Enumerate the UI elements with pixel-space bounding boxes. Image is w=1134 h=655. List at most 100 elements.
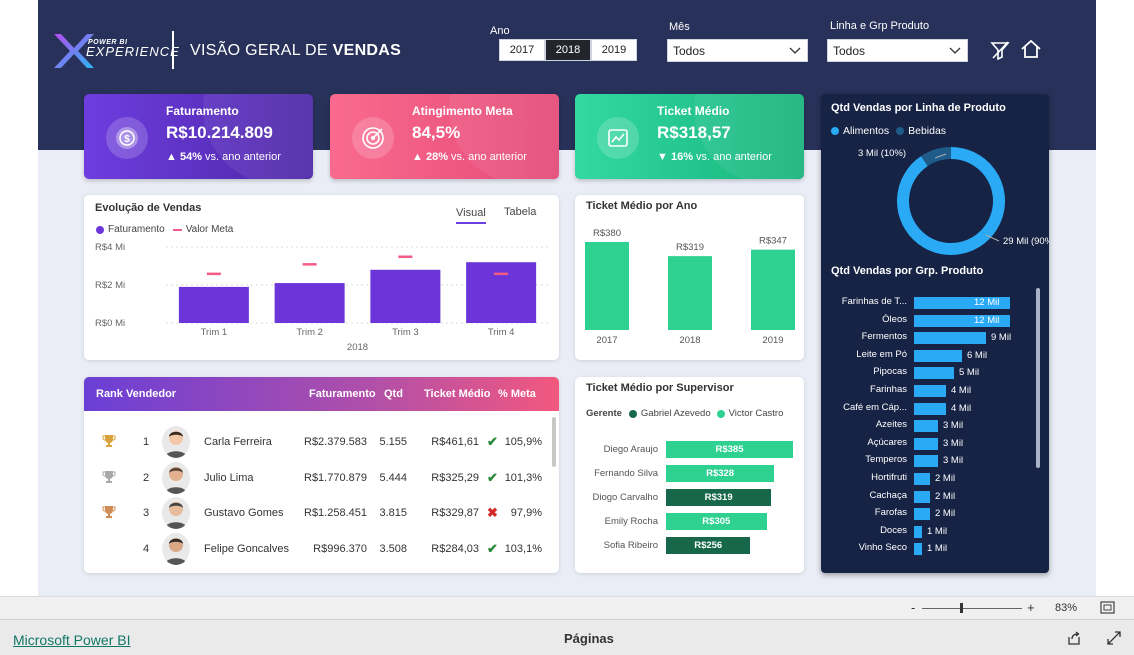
col-header-faturamento[interactable]: Faturamento [309,388,376,400]
pages-button[interactable]: Páginas [564,631,614,646]
grp-produto-bar[interactable] [914,402,946,415]
year-button-2018[interactable]: 2018 [545,39,591,61]
zoom-slider-thumb[interactable] [960,603,963,613]
supervisor-bar[interactable]: R$256 [666,537,751,554]
x-tick-label: Trim 3 [392,327,419,338]
grp-produto-bar[interactable] [914,349,962,362]
table-row[interactable]: 3 Gustavo Gomes R$1.258.451 3.815 R$329,… [84,497,559,529]
kpi-delta: ▲ 54% vs. ano anterior [166,151,281,163]
chevron-down-icon [949,47,961,54]
supervisor-bar[interactable]: R$305 [666,513,767,530]
qtd-value: 5.155 [379,436,407,448]
meta-marker [398,255,413,258]
year-button-2019[interactable]: 2019 [591,39,637,61]
kpi-delta: ▲ 28% vs. ano anterior [412,151,527,163]
check-icon: ✔ [487,434,498,449]
kpi-value: R$10.214.809 [166,123,273,142]
table-scrollbar[interactable] [552,417,556,467]
grp-produto-bar[interactable] [914,437,938,450]
category-label: Café em Cáp... [843,401,907,413]
ticket-ano-chart: R$380 2017 R$319 2018 R$347 2019 [585,228,795,346]
page-title-bold: VENDAS [332,42,402,59]
legend-label: Gabriel Azevedo [640,408,711,419]
grp-produto-bar[interactable] [914,525,922,538]
rank-number: 2 [143,471,150,484]
seller-name: Carla Ferreira [204,436,272,448]
supervisor-bar[interactable]: R$319 [666,489,772,506]
trophy-icon [102,470,116,483]
col-header-ticket[interactable]: Ticket Médio [424,388,490,400]
category-label: Farinhas [870,384,907,395]
ticket-value: R$329,87 [431,507,479,519]
category-label: Farofas [874,507,907,519]
col-header-qtd[interactable]: Qtd [384,388,403,400]
category-label: Óleos [882,313,907,325]
category-label: Vinho Seco [858,542,907,554]
legend-label: Victor Castro [728,408,784,419]
meta-value: 97,9% [510,507,542,519]
share-icon[interactable] [1066,630,1082,646]
data-label: 4 Mil [951,385,972,396]
table-row[interactable]: 4 Felipe Goncalves R$996.370 3.508 R$284… [84,532,559,565]
grp-produto-bar[interactable] [914,473,930,485]
grp-produto-bar[interactable] [914,367,954,380]
table-row[interactable]: 2 Julio Lima R$1.770.879 5.444 R$325,29 … [84,461,559,494]
meta-marker [494,272,509,276]
year-button-2017[interactable]: 2017 [499,39,545,61]
clear-filters-icon[interactable] [989,39,1011,61]
zoom-slider-track[interactable] [922,608,1022,609]
grp-produto-bar[interactable] [914,543,922,556]
data-label: 1 Mil [927,525,948,537]
col-header-meta[interactable]: % Meta [498,388,536,400]
meta-value: 105,9% [504,436,542,448]
supervisor-bar[interactable]: R$328 [666,465,775,482]
kpi-title: Atingimento Meta [412,104,513,118]
table-row[interactable]: 1 Carla Ferreira R$2.379.583 5.155 R$461… [84,426,559,458]
rank-number: 1 [143,436,150,448]
cross-icon: ✖ [487,505,498,520]
category-label: Sofia Ribeiro [603,540,658,551]
category-label: Azeites [875,419,907,431]
chevron-down-icon [789,47,801,54]
zoom-in-button[interactable]: + [1027,600,1035,615]
check-icon: ✔ [487,469,498,485]
avatar [162,426,190,458]
svg-text:$: $ [124,134,130,145]
data-label: 12 Mil [974,314,1000,326]
data-label: 3 Mil (10%) [858,148,906,159]
trophy-icon [102,435,116,447]
fit-to-page-icon[interactable] [1100,601,1115,614]
faturamento-bar [274,283,345,323]
grp-produto-title: Qtd Vendas por Grp. Produto [831,265,984,277]
data-label: 1 Mil [927,543,948,555]
x-axis-label: 2018 [347,342,368,353]
kpi-ticket-card: Ticket Médio R$318,57 ▼ 16% vs. ano ante… [575,94,804,179]
mes-filter-label: Mês [669,21,690,33]
linha-dropdown[interactable]: Todos [827,39,968,62]
mes-dropdown-value: Todos [673,43,706,58]
kpi-faturamento-card: $ Faturamento R$10.214.809 ▲ 54% vs. ano… [84,94,313,179]
grp-produto-bar[interactable] [914,508,930,521]
zoom-out-button[interactable]: - [911,600,915,615]
grp-produto-bar[interactable] [914,385,946,397]
meta-marker [302,263,317,266]
category-label: Emily Rocha [604,516,658,527]
grp-produto-bar[interactable] [914,455,938,468]
rank-number: 3 [143,507,150,519]
data-label: 5 Mil [959,367,980,379]
mes-dropdown[interactable]: Todos [667,39,808,62]
kpi-delta-pct: 54% [179,151,202,163]
data-label: 9 Mil [991,332,1012,344]
chart-scrollbar[interactable] [1036,288,1040,468]
grp-produto-bar[interactable] [914,420,938,433]
power-bi-link[interactable]: Microsoft Power BI [13,632,130,648]
col-header-rank[interactable]: Rank Vendedor [96,388,176,400]
home-icon[interactable] [1020,38,1042,60]
supervisor-bar[interactable]: R$385 [666,441,793,458]
category-label: Açúcares [867,436,907,448]
fullscreen-icon[interactable] [1106,630,1122,646]
footer-bar: Microsoft Power BI Páginas [0,619,1134,655]
grp-produto-bar[interactable] [914,490,930,503]
page-title: VISÃO GERAL DE VENDAS [190,42,401,60]
grp-produto-bar[interactable] [914,332,986,345]
